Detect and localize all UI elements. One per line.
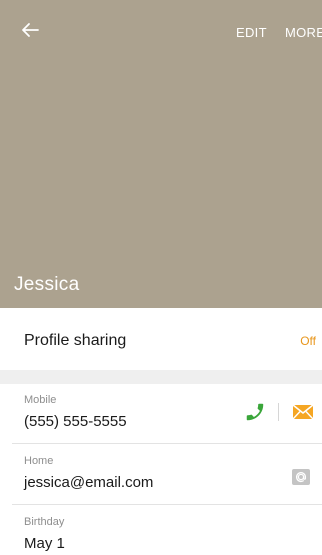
- profile-sharing-label: Profile sharing: [24, 332, 127, 349]
- birthday-value: May 1: [24, 535, 65, 552]
- email-button[interactable]: [291, 468, 311, 486]
- profile-sharing-row[interactable]: Profile sharing Off: [0, 308, 322, 370]
- arrow-left-icon: [21, 22, 39, 43]
- section-divider: [0, 370, 322, 384]
- home-label: Home: [24, 455, 54, 467]
- back-button[interactable]: [18, 20, 42, 44]
- row-divider: [12, 443, 322, 444]
- mobile-label: Mobile: [24, 394, 57, 406]
- contact-name: Jessica: [14, 274, 80, 295]
- phone-icon: [244, 403, 266, 427]
- contact-header: EDIT MORE Jessica: [0, 0, 322, 308]
- row-divider: [12, 504, 322, 505]
- home-email-field[interactable]: Home jessica@email.com: [0, 445, 322, 505]
- profile-sharing-status: Off: [300, 334, 316, 348]
- edit-button[interactable]: EDIT: [236, 25, 267, 40]
- mobile-field[interactable]: Mobile (555) 555-5555: [0, 384, 322, 444]
- action-separator: [278, 403, 279, 421]
- message-button[interactable]: [292, 403, 314, 421]
- more-button[interactable]: MORE: [285, 25, 322, 40]
- mobile-number: (555) 555-5555: [24, 413, 127, 430]
- at-sign-icon: [291, 469, 311, 490]
- birthday-label: Birthday: [24, 516, 65, 528]
- call-button[interactable]: [244, 401, 266, 423]
- home-email: jessica@email.com: [24, 474, 154, 491]
- envelope-icon: [292, 404, 314, 425]
- birthday-field[interactable]: Birthday May 1: [0, 506, 322, 555]
